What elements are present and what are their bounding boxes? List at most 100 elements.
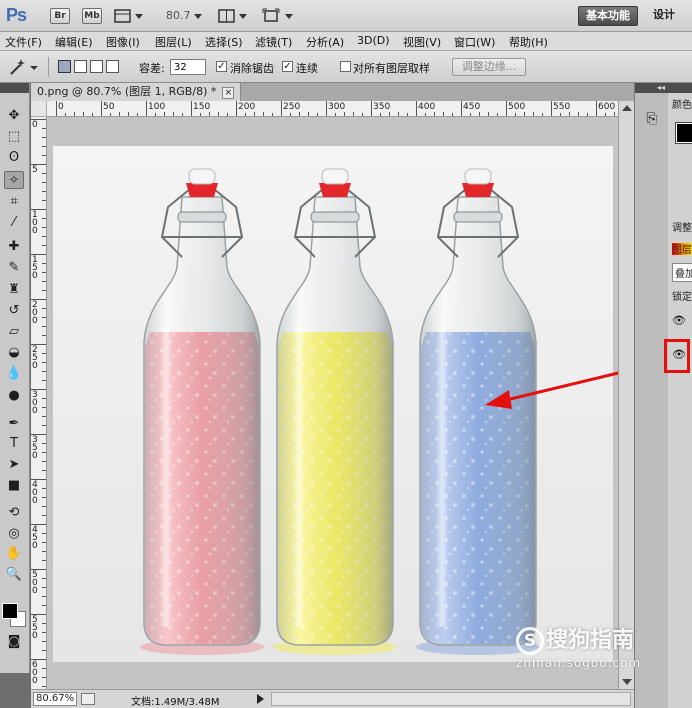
bottle-stopper xyxy=(319,183,351,197)
menu-help[interactable]: 帮助(H) xyxy=(509,34,548,50)
ruler-minor-tick xyxy=(42,452,46,453)
arrange-documents-button[interactable] xyxy=(218,8,248,24)
new-selection-mode[interactable] xyxy=(58,60,71,73)
layers-panel-tab[interactable]: 图层 xyxy=(672,241,692,256)
workspace-essentials-button[interactable]: 基本功能 xyxy=(578,6,638,26)
menu-file[interactable]: 文件(F) xyxy=(5,34,42,50)
rectangle-tool-icon[interactable]: ■ xyxy=(4,477,24,495)
sample-all-layers-checkbox[interactable] xyxy=(340,61,351,72)
ruler-minor-tick xyxy=(42,578,46,579)
scroll-down-icon[interactable] xyxy=(622,679,632,685)
dodge-tool-icon[interactable]: ● xyxy=(4,387,24,405)
magic-wand-tool-icon[interactable]: ✧ xyxy=(4,171,24,189)
subtract-from-selection-mode[interactable] xyxy=(90,60,103,73)
ruler-minor-tick xyxy=(605,113,606,116)
close-icon[interactable]: × xyxy=(222,87,235,99)
vertical-scrollbar[interactable] xyxy=(618,101,634,689)
hand-tool-icon[interactable]: ✋ xyxy=(4,545,24,563)
tool-preset-picker[interactable] xyxy=(8,58,38,76)
clone-stamp-tool-icon[interactable]: ♜ xyxy=(4,281,24,299)
ruler-minor-tick xyxy=(42,443,46,444)
ruler-label: 3 5 0 xyxy=(32,435,38,461)
blend-mode-dropdown[interactable]: 叠加 xyxy=(672,263,692,282)
blur-tool-icon[interactable]: 💧 xyxy=(4,365,24,383)
menu-window[interactable]: 窗口(W) xyxy=(454,34,495,50)
ruler-minor-tick xyxy=(479,112,480,116)
crop-tool-icon[interactable]: ⌗ xyxy=(4,193,24,211)
ruler-minor-tick xyxy=(65,113,66,116)
3d-rotate-tool-icon[interactable]: ⟲ xyxy=(4,504,24,522)
ruler-minor-tick xyxy=(263,112,264,116)
ruler-minor-tick xyxy=(452,113,453,116)
ruler-minor-tick xyxy=(344,112,345,116)
menu-edit[interactable]: 编辑(E) xyxy=(55,34,93,50)
color-panel-foreground-swatch[interactable] xyxy=(675,122,692,144)
ruler-label: 1 5 0 xyxy=(32,255,38,281)
ruler-origin[interactable] xyxy=(31,101,47,117)
ruler-minor-tick xyxy=(407,113,408,116)
horizontal-ruler[interactable]: 050100150200250300350400450500550600650 xyxy=(47,101,618,117)
ruler-minor-tick xyxy=(110,113,111,116)
ruler-minor-tick xyxy=(42,326,46,327)
status-menu-arrow-icon[interactable] xyxy=(257,694,264,704)
healing-brush-tool-icon[interactable]: ✚ xyxy=(4,238,24,256)
history-panel-icon[interactable]: ⎘ xyxy=(642,109,662,129)
foreground-color-swatch[interactable] xyxy=(2,603,18,619)
lock-label: 锁定 xyxy=(672,292,692,303)
menu-analysis[interactable]: 分析(A) xyxy=(306,34,344,50)
marquee-tool-icon[interactable]: ⬚ xyxy=(4,128,24,146)
ruler-minor-tick xyxy=(42,533,46,534)
lasso-tool-icon[interactable]: ʘ xyxy=(4,149,24,167)
document-tab[interactable]: 0.png @ 80.7% (图层 1, RGB/8) * × xyxy=(31,83,242,101)
ruler-minor-tick xyxy=(317,113,318,116)
add-to-selection-mode[interactable] xyxy=(74,60,87,73)
pen-tool-icon[interactable]: ✒ xyxy=(4,415,24,433)
toolbox-header[interactable] xyxy=(0,83,29,93)
antialias-checkbox[interactable]: ✓ xyxy=(216,61,227,72)
ruler-label: 3 0 0 xyxy=(32,390,38,416)
screen-mode-button[interactable] xyxy=(262,8,294,24)
contiguous-checkbox[interactable]: ✓ xyxy=(282,61,293,72)
menu-view[interactable]: 视图(V) xyxy=(403,34,441,50)
menu-select[interactable]: 选择(S) xyxy=(205,34,243,50)
bridge-button[interactable]: Br xyxy=(50,8,70,24)
brush-tool-icon[interactable]: ✎ xyxy=(4,259,24,277)
canvas-area[interactable] xyxy=(47,117,618,689)
menu-3d[interactable]: 3D(D) xyxy=(357,34,390,47)
color-panel-tab[interactable]: 颜色 xyxy=(672,96,692,111)
ruler-minor-tick xyxy=(227,113,228,116)
photoshop-window: Ps Br Mb 80.7 基本功能 设计 文件(F) 编辑(E) 图像(I) … xyxy=(0,0,692,708)
menu-layer[interactable]: 图层(L) xyxy=(155,34,192,50)
path-selection-tool-icon[interactable]: ➤ xyxy=(4,456,24,474)
horizontal-scrollbar[interactable] xyxy=(271,692,631,706)
zoom-tool-icon[interactable]: 🔍 xyxy=(4,566,24,584)
eraser-tool-icon[interactable]: ▱ xyxy=(4,323,24,341)
vertical-ruler[interactable]: 0 5 1 0 0 1 5 0 2 0 0 2 5 0 3 0 0 3 5 0 4 0 0 4 5… xyxy=(31,117,47,689)
ruler-minor-tick xyxy=(42,560,46,561)
adjustments-panel-tab[interactable]: 调整 xyxy=(672,219,692,234)
quick-mask-icon[interactable]: ◙ xyxy=(4,633,24,651)
eyedropper-tool-icon[interactable]: ⁄ xyxy=(4,214,24,232)
3d-orbit-tool-icon[interactable]: ◎ xyxy=(4,525,24,543)
status-zoom-field[interactable]: 80.67% xyxy=(33,692,77,706)
workspace-design-button[interactable]: 设计 xyxy=(646,6,682,26)
ruler-minor-tick xyxy=(42,362,46,363)
paint-bucket-tool-icon[interactable]: ◒ xyxy=(4,344,24,362)
intersect-selection-mode[interactable] xyxy=(106,60,119,73)
history-brush-tool-icon[interactable]: ↺ xyxy=(4,302,24,320)
status-preview-icon[interactable] xyxy=(81,693,95,705)
view-extras-button[interactable] xyxy=(114,8,144,24)
layer-visibility-eye-icon[interactable]: 👁 xyxy=(670,313,688,329)
zoom-level-dropdown[interactable]: 80.7 xyxy=(166,9,202,22)
tolerance-input[interactable] xyxy=(170,59,206,75)
refine-edge-button[interactable]: 调整边缘... xyxy=(452,58,526,76)
ruler-minor-tick xyxy=(515,113,516,116)
collapse-panels-icon[interactable]: ◂◂ xyxy=(635,83,668,93)
type-tool-icon[interactable]: T xyxy=(4,435,24,453)
contiguous-label: 连续 xyxy=(296,62,318,75)
menu-image[interactable]: 图像(I) xyxy=(106,34,140,50)
move-tool-icon[interactable]: ✥ xyxy=(4,107,24,125)
menu-filter[interactable]: 滤镜(T) xyxy=(255,34,292,50)
scroll-up-icon[interactable] xyxy=(622,105,632,111)
mini-bridge-button[interactable]: Mb xyxy=(82,8,102,24)
